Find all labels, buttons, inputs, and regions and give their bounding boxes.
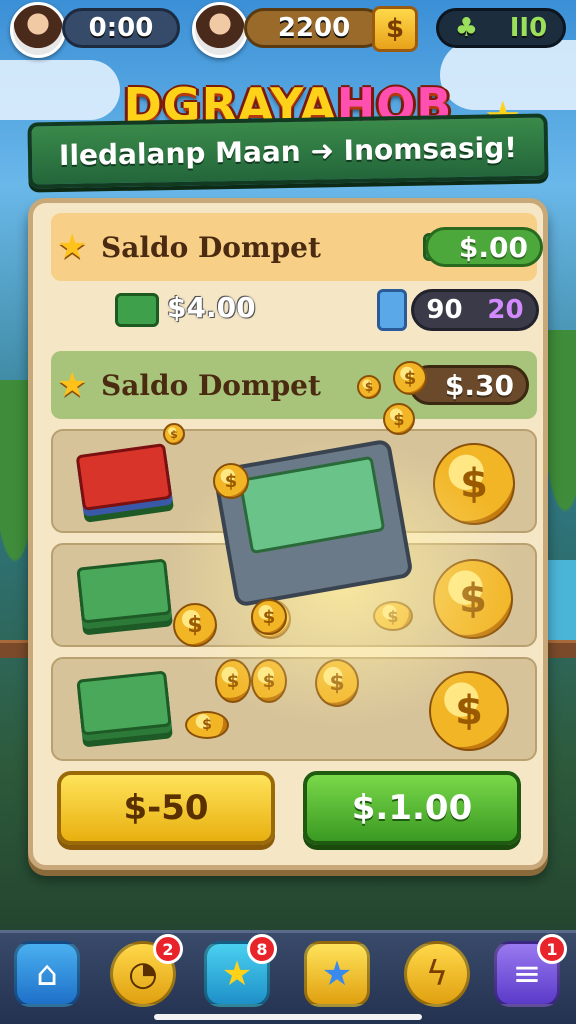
cash-bundle-icon bbox=[76, 670, 172, 736]
nav-home[interactable]: ⌂ bbox=[14, 941, 80, 1007]
menu-icon: ≡ bbox=[512, 954, 542, 994]
coin-icon: $ bbox=[383, 403, 415, 435]
player-avatar[interactable] bbox=[10, 2, 66, 58]
wallet-icon bbox=[377, 289, 407, 331]
coin-icon: $ bbox=[163, 423, 185, 445]
notification-badge: 1 bbox=[537, 934, 567, 964]
coin-icon: $ bbox=[357, 375, 381, 399]
notification-badge: 2 bbox=[153, 934, 183, 964]
stat-b: 20 bbox=[487, 295, 524, 325]
coin-icon: $ bbox=[213, 463, 249, 499]
clover-icon: ♣ bbox=[454, 13, 479, 43]
cash-stack-icon bbox=[115, 293, 159, 327]
buy-large-button[interactable]: $.1.00 bbox=[303, 771, 521, 845]
star-icon: ★ bbox=[321, 954, 353, 994]
opponent-avatar[interactable] bbox=[192, 2, 248, 58]
wallet-balance-value: $.00 bbox=[425, 227, 543, 267]
wallet-balance-label: Saldo Dompet bbox=[101, 230, 321, 264]
wallet-info-row: $4.00 90 20 bbox=[51, 285, 539, 335]
bottom-nav: ⌂ ◔ 2 ★ 8 ★ ϟ ≡ 1 bbox=[0, 930, 576, 1024]
nav-menu[interactable]: ≡ 1 bbox=[494, 934, 567, 1007]
nav-piggy-bank[interactable]: ◔ 2 bbox=[110, 934, 183, 1007]
subtitle-banner: Iledalanp Maan ➜ Inomsasig! bbox=[27, 113, 549, 189]
nav-rewards[interactable]: ★ 8 bbox=[204, 934, 277, 1007]
gem-balance-value: II0 bbox=[509, 13, 548, 43]
wallet-balance-value-2: $.30 bbox=[409, 365, 529, 405]
coin-icon: $ bbox=[251, 599, 287, 635]
home-indicator bbox=[154, 1014, 422, 1020]
wallet-balance-label-2: Saldo Dompet bbox=[101, 368, 321, 402]
banner-text: Iledalanp Maan ➜ Inomsasig! bbox=[58, 130, 518, 172]
coin-balance-value: 2200 bbox=[277, 13, 351, 43]
home-icon: ⌂ bbox=[36, 954, 58, 994]
nav-spin[interactable]: ϟ bbox=[404, 941, 470, 1007]
player-currency-display: 0:00 bbox=[62, 8, 180, 48]
coin-icon: $ bbox=[173, 603, 217, 647]
star-icon: ★ bbox=[57, 365, 88, 405]
star-icon: ★ bbox=[57, 227, 88, 267]
wallet-balance-row-2: ★ Saldo Dompet $ $.30 $ bbox=[51, 351, 537, 419]
gem-balance-display: ♣ II0 bbox=[436, 8, 566, 48]
player-currency-value: 0:00 bbox=[88, 13, 154, 43]
coin-balance-display: 2200 bbox=[244, 8, 384, 48]
lightning-coin-icon: ϟ bbox=[425, 954, 449, 994]
wallet-amount: $4.00 bbox=[167, 291, 256, 324]
top-bar: 0:00 2200 $ ♣ II0 bbox=[0, 0, 576, 62]
nav-favorites[interactable]: ★ bbox=[304, 941, 370, 1007]
stat-a: 90 bbox=[426, 295, 463, 325]
coin-icon[interactable]: $ bbox=[372, 6, 418, 52]
buy-small-button[interactable]: $-50 bbox=[57, 771, 275, 845]
star-icon: ★ bbox=[221, 954, 253, 994]
wallet-balance-row: ★ Saldo Dompet $.00 bbox=[51, 213, 543, 281]
piggy-bank-icon: ◔ bbox=[128, 954, 158, 994]
notification-badge: 8 bbox=[247, 934, 277, 964]
wallet-panel: ★ Saldo Dompet $.00 $4.00 90 20 ★ Saldo … bbox=[28, 198, 548, 870]
coin-stack-icon: $ bbox=[393, 361, 427, 395]
stat-pill: 90 20 bbox=[411, 289, 539, 331]
